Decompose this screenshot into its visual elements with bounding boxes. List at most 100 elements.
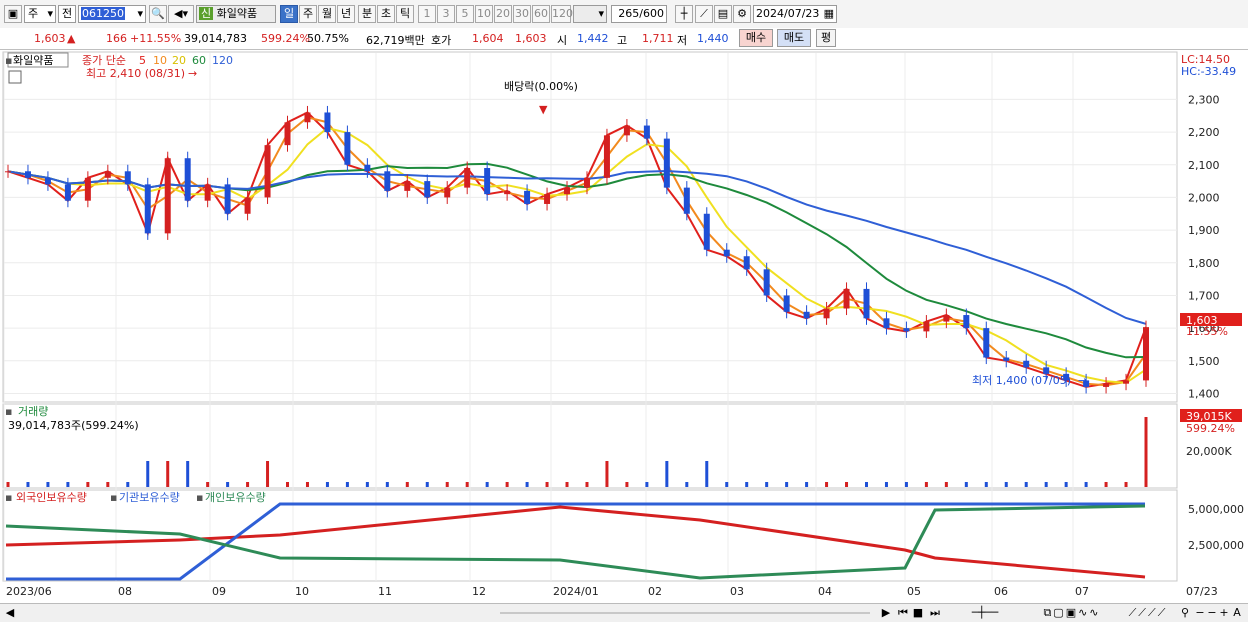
period-day[interactable]: 일: [280, 5, 298, 23]
volume-bar: [505, 482, 509, 487]
candle-body: [1023, 360, 1030, 368]
grid-toggle-icon[interactable]: [8, 70, 22, 84]
candle-body: [943, 315, 950, 322]
interval-60[interactable]: 60: [532, 5, 550, 23]
candle-body: [484, 168, 491, 195]
data-count-field[interactable]: 265/600: [611, 5, 667, 23]
open-label: 시: [557, 34, 568, 47]
volume-panel-bullet: ▪: [5, 405, 12, 418]
stock-code-input[interactable]: 061250 ▾: [78, 5, 146, 23]
volume-bar: [845, 482, 849, 487]
font-size-icon[interactable]: A: [1230, 606, 1244, 619]
foreign-holdings-legend: 외국인보유수량: [16, 491, 87, 504]
interval-10[interactable]: 10: [475, 5, 493, 23]
drawing-icons[interactable]: ⟋⟋⟋⟋: [1118, 606, 1178, 619]
window-icon[interactable]: ▣: [4, 5, 22, 23]
stop-icon[interactable]: ■: [912, 606, 924, 619]
period-week[interactable]: 주: [299, 5, 317, 23]
dividend-note: 배당락(0.00%): [504, 80, 578, 93]
interval-5[interactable]: 5: [456, 5, 474, 23]
volume-bar: [405, 482, 409, 487]
period-month[interactable]: 월: [318, 5, 336, 23]
flat-button[interactable]: 평: [816, 29, 836, 47]
candle-body: [1003, 357, 1010, 361]
candle-body: [204, 184, 211, 201]
data-count-value: 265: [618, 7, 640, 20]
interval-30[interactable]: 30: [513, 5, 531, 23]
volume-bar: [106, 482, 110, 487]
save-icon[interactable]: ▤: [714, 5, 732, 23]
tool-icons[interactable]: ⧉▢▣∿∿: [1026, 606, 1118, 619]
candle-body: [963, 315, 970, 329]
prev-button-label: 전: [61, 7, 73, 20]
candle-body: [783, 295, 790, 312]
bid-price: 1,603: [515, 32, 547, 45]
price-tick-label: 1,700: [1188, 289, 1220, 302]
last-page-icon[interactable]: ⏭: [928, 606, 942, 619]
gear-icon[interactable]: ⚙: [733, 5, 751, 23]
stock-name-field[interactable]: 신 화일약품: [196, 5, 276, 23]
low-note: 최저 1,400 (07/05): [972, 374, 1071, 387]
speaker-icon[interactable]: ◀▾: [168, 5, 194, 23]
candle-body: [24, 171, 31, 178]
time-tick-label: 08: [118, 585, 132, 598]
period-second[interactable]: 초: [377, 5, 395, 23]
zoom-out-icon[interactable]: −: [1194, 606, 1206, 619]
candle-body: [444, 187, 451, 198]
volume-bar: [725, 482, 729, 487]
search-icon[interactable]: ⚲: [1178, 606, 1192, 619]
period-tick[interactable]: 틱: [396, 5, 414, 23]
calendar-icon: ▦: [823, 7, 834, 20]
volume-bar: [924, 482, 928, 487]
candle-body: [564, 187, 571, 195]
ma120-legend: 120: [212, 54, 233, 67]
scroll-bar[interactable]: ◀ ▶ ⏮ ■ ⏭ ─┼── ⧉▢▣∿∿ ⟋⟋⟋⟋ ⚲ − − + A: [0, 603, 1248, 622]
period-minute[interactable]: 분: [358, 5, 376, 23]
zoom-in-icon[interactable]: +: [1218, 606, 1230, 619]
interval-20[interactable]: 20: [494, 5, 512, 23]
period-year[interactable]: 년: [337, 5, 355, 23]
time-tick-label: 05: [907, 585, 921, 598]
price-tick-label: 2,000: [1188, 191, 1220, 204]
scroll-right-icon[interactable]: ▶: [880, 606, 892, 619]
candle-body: [823, 308, 830, 319]
first-page-icon[interactable]: ⏮: [896, 606, 910, 619]
candle-body: [544, 194, 551, 204]
scroll-track[interactable]: [500, 612, 870, 614]
sell-button[interactable]: 매도: [777, 29, 811, 47]
prev-button[interactable]: 전: [58, 5, 76, 23]
chart-area[interactable]: 2,300 2,200 2,100 2,000 1,900 1,800 1,700 1,600…: [0, 50, 1248, 603]
date-field[interactable]: 2024/07/23 ▦: [753, 5, 837, 23]
flat-button-label: 평: [820, 31, 832, 44]
drawing-tool-icon[interactable]: ⟋: [695, 5, 713, 23]
candle-body: [1103, 383, 1110, 387]
week-select[interactable]: 주 ▾: [24, 5, 56, 23]
volume-title: 거래량: [18, 405, 48, 418]
ma20-legend: 20: [172, 54, 186, 67]
candle-body: [304, 112, 311, 123]
minimize-icon[interactable]: −: [1206, 606, 1218, 619]
volume-bar: [964, 482, 968, 487]
search-icon[interactable]: 🔍: [149, 5, 167, 23]
zoom-slider[interactable]: ─┼──: [950, 606, 1020, 619]
change-arrow: ▲: [67, 32, 76, 45]
interval-1[interactable]: 1: [418, 5, 436, 23]
current-price: 1,603: [34, 32, 66, 45]
candle-type-icon[interactable]: ┼: [675, 5, 693, 23]
time-tick-label: 07: [1075, 585, 1089, 598]
volume-bar: [1104, 482, 1108, 487]
buy-button[interactable]: 매수: [739, 29, 773, 47]
time-tick-label: 03: [730, 585, 744, 598]
interval-custom-select[interactable]: ▾: [573, 5, 607, 23]
scroll-left-icon[interactable]: ◀: [4, 606, 16, 619]
price-chart[interactable]: 2,3002,2002,1002,0001,9001,8001,7001,600…: [0, 50, 1248, 603]
volume-bar: [1044, 482, 1048, 487]
volume-badge-pct: 599.24%: [1186, 422, 1235, 435]
candle-body: [364, 164, 371, 172]
x-axis-ticks: 2023/06 08 09 10 11 12 2024/01 02 03 04 05 06 07 07/2…: [6, 585, 1218, 598]
high-price: 1,711: [642, 32, 674, 45]
candle-body: [264, 145, 271, 198]
interval-3[interactable]: 3: [437, 5, 455, 23]
interval-120[interactable]: 120: [551, 5, 573, 23]
candle-body: [144, 184, 151, 234]
